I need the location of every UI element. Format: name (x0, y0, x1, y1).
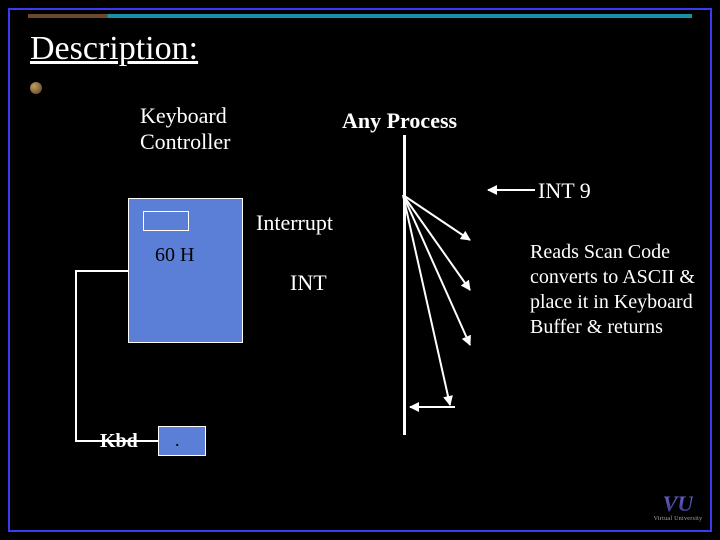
port-60h-label: 60 H (155, 244, 194, 267)
keyboard-controller-label: Keyboard Controller (140, 103, 230, 156)
port-inner-box (143, 211, 189, 231)
int-label: INT (290, 270, 327, 296)
connector-line (75, 270, 128, 272)
interrupt-label: Interrupt (256, 210, 333, 236)
vu-logo: VU Virtual University (650, 488, 706, 528)
reads-scan-text: Reads Scan Code converts to ASCII & plac… (530, 240, 700, 340)
logo-text: VU (663, 494, 694, 514)
any-process-label: Any Process (342, 108, 457, 134)
kbd-box (158, 426, 206, 456)
slide-title: Description: (30, 30, 198, 68)
logo-subtext: Virtual University (654, 516, 703, 522)
port-box (128, 198, 243, 343)
process-timeline (403, 135, 406, 435)
int9-label: INT 9 (538, 178, 591, 204)
text-line: Keyboard (140, 103, 227, 128)
connector-line (75, 270, 77, 440)
text-line: Controller (140, 129, 230, 154)
accent-bar (28, 14, 692, 18)
kbd-dot: . (175, 430, 180, 451)
connector-line (75, 440, 158, 442)
bullet-icon (30, 82, 42, 94)
